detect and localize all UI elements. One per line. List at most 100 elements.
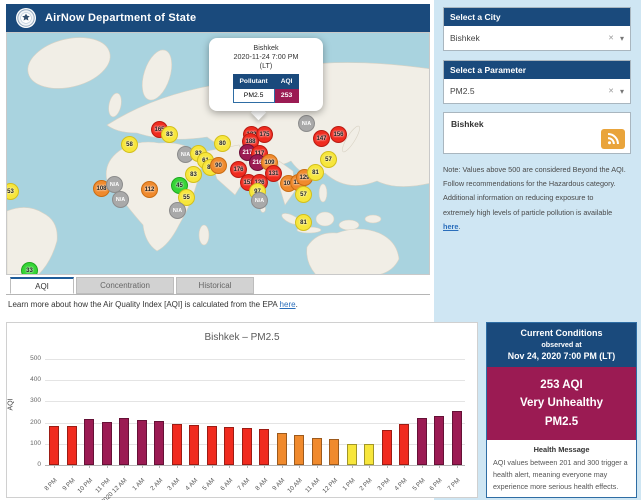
aqi-bar[interactable] — [417, 418, 427, 465]
aqi-marker[interactable]: 80 — [214, 135, 231, 152]
aqi-bar[interactable] — [172, 424, 182, 465]
conditions-title: Current Conditions — [489, 328, 634, 338]
aqi-bar[interactable] — [347, 444, 357, 465]
popup-aqi-value: 253 — [274, 89, 299, 103]
aqi-bar[interactable] — [277, 433, 287, 465]
x-axis-tick — [299, 465, 300, 468]
aqi-bar[interactable] — [312, 438, 322, 465]
tab-aqi[interactable]: AQI — [10, 277, 74, 294]
city-panel-title: Select a City — [444, 8, 630, 26]
app-header: AirNow Department of State — [6, 4, 430, 32]
y-axis-tick: 200 — [13, 419, 41, 426]
aqi-marker[interactable]: 57 — [295, 186, 312, 203]
aqi-bar[interactable] — [259, 429, 269, 465]
aqi-marker[interactable]: 57 — [320, 151, 337, 168]
popup-pollutant-value: PM2.5 — [233, 89, 274, 103]
conditions-aqi-pollutant: PM2.5 — [487, 413, 636, 431]
aqi-marker[interactable]: N/A — [251, 192, 268, 209]
aqi-bar[interactable] — [224, 427, 234, 465]
aqi-marker[interactable]: 112 — [141, 181, 158, 198]
aqi-bar[interactable] — [452, 411, 462, 465]
aqi-marker[interactable]: 90 — [210, 157, 227, 174]
rss-feed-button[interactable] — [601, 129, 625, 149]
world-map[interactable]: 581658380N/A83618390831124555N/A108N/AN/… — [6, 32, 430, 275]
current-conditions-header: Current Conditions observed at Nov 24, 2… — [487, 323, 636, 367]
city-select[interactable]: Bishkek ✕ ▾ — [444, 26, 630, 50]
x-axis-tick — [352, 465, 353, 468]
aqi-marker[interactable]: 83 — [185, 166, 202, 183]
aqi-bar[interactable] — [207, 426, 217, 465]
x-axis-tick — [194, 465, 195, 468]
aqi-bar[interactable] — [189, 425, 199, 465]
popup-table: Pollutant AQI PM2.5 253 — [233, 74, 300, 103]
aqi-bar[interactable] — [329, 439, 339, 465]
x-axis-tick — [159, 465, 160, 468]
popup-col-pollutant: Pollutant — [233, 75, 274, 89]
city-panel: Select a City Bishkek ✕ ▾ — [443, 7, 631, 51]
airnow-app: Select a City Bishkek ✕ ▾ Select a Param… — [0, 0, 641, 500]
note-text: Note: Values above 500 are considered Be… — [443, 163, 626, 234]
parameter-select[interactable]: PM2.5 ✕ ▾ — [444, 79, 630, 103]
tab-historical[interactable]: Historical — [176, 277, 254, 294]
x-axis-tick — [177, 465, 178, 468]
chart-title: Bishkek – PM2.5 — [7, 332, 477, 343]
gridline — [45, 465, 465, 466]
x-axis-tick — [229, 465, 230, 468]
aqi-marker[interactable]: N/A — [298, 115, 315, 132]
x-axis-tick — [72, 465, 73, 468]
aqi-marker[interactable]: 131 — [265, 165, 282, 182]
conditions-datetime: Nov 24, 2020 7:00 PM (LT) — [489, 351, 634, 361]
tab-concentration[interactable]: Concentration — [76, 277, 174, 294]
x-axis-tick — [264, 465, 265, 468]
aqi-bar[interactable] — [102, 422, 112, 465]
popup-timezone: (LT) — [213, 61, 319, 70]
aqi-marker[interactable]: 81 — [295, 214, 312, 231]
x-axis-label: 7 PM — [387, 469, 457, 487]
aqi-marker[interactable]: 33 — [21, 262, 38, 275]
aqi-bar[interactable] — [84, 419, 94, 465]
aqi-chart-card: Bishkek – PM2.5 AQI 01002003004005008 PM… — [6, 322, 478, 498]
aqi-marker[interactable]: 81 — [307, 164, 324, 181]
x-axis-tick — [387, 465, 388, 468]
aqi-bar[interactable] — [382, 430, 392, 465]
feed-city-label: Bishkek — [451, 119, 484, 129]
learn-more-text: Learn more about how the Air Quality Ind… — [8, 300, 280, 309]
aqi-bar[interactable] — [364, 444, 374, 465]
aqi-bar[interactable] — [154, 421, 164, 465]
note-here-link[interactable]: here — [443, 222, 458, 231]
aqi-marker[interactable]: 147 — [313, 130, 330, 147]
aqi-bar[interactable] — [137, 420, 147, 465]
learn-more-line: Learn more about how the Air Quality Ind… — [8, 300, 298, 309]
map-popup: Bishkek 2020-11-24 7:00 PM (LT) Pollutan… — [209, 38, 323, 111]
learn-more-here-link[interactable]: here — [280, 300, 296, 309]
aqi-bar[interactable] — [399, 424, 409, 465]
aqi-marker[interactable]: 58 — [121, 136, 138, 153]
conditions-observed-label: observed at — [489, 340, 634, 349]
x-axis-tick — [142, 465, 143, 468]
rss-icon — [606, 132, 620, 146]
health-message-text: AQI values between 201 and 300 trigger a… — [493, 457, 630, 493]
parameter-caret-icon[interactable]: ▾ — [618, 87, 630, 96]
aqi-marker[interactable]: 156 — [330, 126, 347, 143]
aqi-marker[interactable]: N/A — [169, 202, 186, 219]
gridline — [45, 380, 465, 381]
tab-bar: AQIConcentrationHistorical — [6, 277, 430, 295]
aqi-marker[interactable]: 83 — [161, 126, 178, 143]
aqi-bar[interactable] — [434, 416, 444, 465]
conditions-aqi-category: Very Unhealthy — [487, 394, 636, 412]
aqi-bar[interactable] — [67, 426, 77, 465]
city-clear-icon[interactable]: ✕ — [604, 34, 618, 42]
aqi-marker[interactable]: N/A — [112, 191, 129, 208]
parameter-clear-icon[interactable]: ✕ — [604, 87, 618, 95]
aqi-bar[interactable] — [49, 426, 59, 465]
x-axis-tick — [317, 465, 318, 468]
conditions-aqi-badge: 253 AQI Very Unhealthy PM2.5 — [487, 367, 636, 440]
city-caret-icon[interactable]: ▾ — [618, 34, 630, 43]
aqi-bar[interactable] — [242, 428, 252, 465]
y-axis-tick: 0 — [13, 461, 41, 468]
aqi-bar[interactable] — [294, 435, 304, 465]
aqi-bar[interactable] — [119, 418, 129, 465]
aqi-marker[interactable]: 53 — [6, 183, 19, 200]
y-axis-tick: 500 — [13, 355, 41, 362]
note-body: Note: Values above 500 are considered Be… — [443, 165, 626, 217]
